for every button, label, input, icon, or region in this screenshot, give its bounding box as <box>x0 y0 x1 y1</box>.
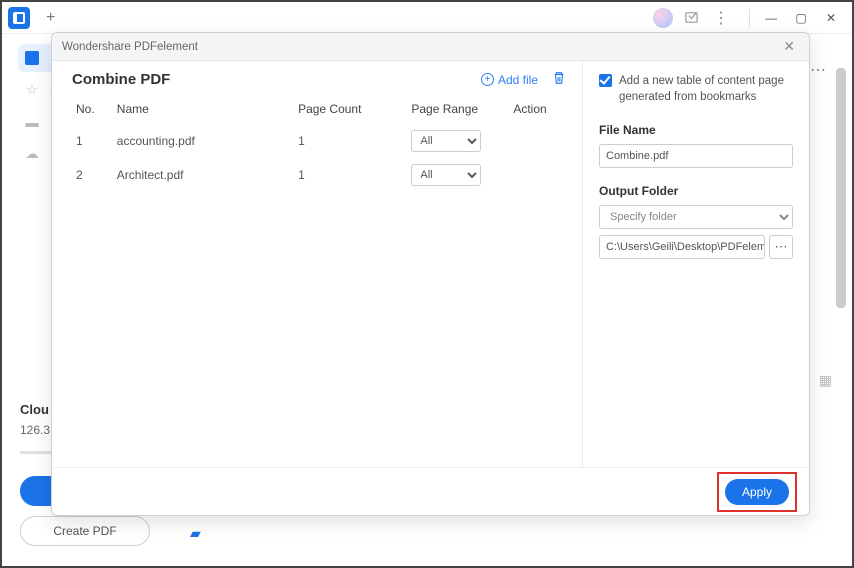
filename-label: File Name <box>599 123 793 137</box>
page-range-select[interactable]: All <box>411 130 481 152</box>
col-pagerange: Page Range <box>407 96 509 124</box>
scrollbar[interactable] <box>836 68 846 308</box>
apply-highlight: Apply <box>717 472 797 512</box>
dialog-right-panel: Add a new table of content page generate… <box>583 61 809 467</box>
new-tab-button[interactable]: + <box>38 5 63 31</box>
folder-icon: ▬ <box>24 114 40 130</box>
table-row[interactable]: 2 Architect.pdf 1 All <box>72 158 566 192</box>
dialog-footer: Apply <box>52 467 809 515</box>
col-pagecount: Page Count <box>294 96 407 124</box>
overflow-dots-icon[interactable]: ⋯ <box>810 60 826 80</box>
star-icon: ☆ <box>24 82 40 98</box>
col-name: Name <box>113 96 294 124</box>
plus-circle-icon <box>481 73 494 86</box>
dialog-titlebar: Wondershare PDFelement ✕ <box>52 33 809 61</box>
app-titlebar: + ⋮ — ▢ ✕ <box>2 2 852 34</box>
delete-button[interactable] <box>552 71 566 88</box>
cloud-icon: ☁ <box>24 146 40 162</box>
output-folder-label: Output Folder <box>599 184 793 198</box>
output-folder-select[interactable]: Specify folder <box>599 205 793 229</box>
dialog-title: Combine PDF <box>72 71 170 88</box>
dialog-left-panel: Combine PDF Add file No. Name Page Count <box>52 61 583 467</box>
notification-icon[interactable] <box>683 10 699 26</box>
create-pdf-button[interactable]: Create PDF <box>20 516 150 546</box>
toc-checkbox-row[interactable]: Add a new table of content page generate… <box>599 73 793 105</box>
close-button[interactable]: ✕ <box>816 5 846 31</box>
col-no: No. <box>72 96 113 124</box>
checkbox-checked-icon[interactable] <box>599 74 612 87</box>
app-logo-icon <box>8 7 30 29</box>
table-row[interactable]: 1 accounting.pdf 1 All <box>72 124 566 158</box>
apply-button[interactable]: Apply <box>725 479 789 505</box>
dialog-close-button[interactable]: ✕ <box>779 36 799 57</box>
page-range-select[interactable]: All <box>411 164 481 186</box>
ai-orb-icon[interactable] <box>653 8 673 28</box>
toc-label: Add a new table of content page generate… <box>619 73 793 105</box>
decorative-icon: ▰ <box>190 525 201 542</box>
filename-input[interactable] <box>599 144 793 168</box>
output-path-input[interactable]: C:\Users\Geili\Desktop\PDFelement\Co <box>599 235 765 259</box>
minimize-button[interactable]: — <box>756 5 786 31</box>
combine-pdf-dialog: Wondershare PDFelement ✕ Combine PDF Add… <box>51 32 810 516</box>
add-file-button[interactable]: Add file <box>481 73 538 87</box>
maximize-button[interactable]: ▢ <box>786 5 816 31</box>
menu-dots-icon[interactable]: ⋮ <box>713 10 729 26</box>
browse-folder-button[interactable]: ⋯ <box>769 235 793 259</box>
dialog-titlebar-text: Wondershare PDFelement <box>62 41 198 53</box>
file-table: No. Name Page Count Page Range Action 1 … <box>72 96 566 192</box>
col-action: Action <box>509 96 566 124</box>
grid-view-icon[interactable]: ▦ <box>819 372 832 389</box>
